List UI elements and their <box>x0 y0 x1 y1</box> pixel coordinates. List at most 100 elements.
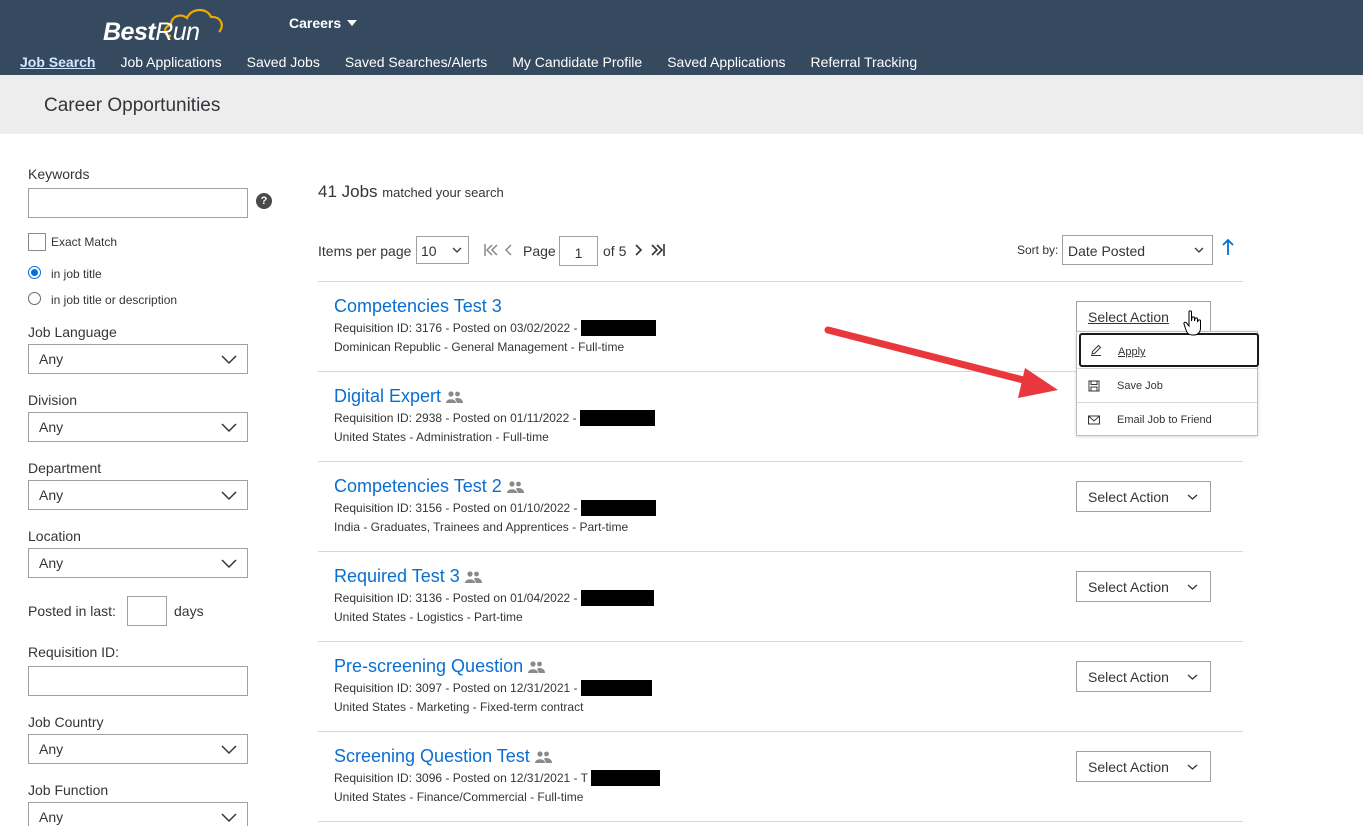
chevron-down-icon <box>1187 764 1198 770</box>
job-title-link[interactable]: Screening Question Test <box>334 746 1034 767</box>
chevron-down-icon <box>221 813 237 823</box>
people-icon <box>506 481 524 494</box>
divider <box>318 641 1243 642</box>
items-per-page-label: Items per page <box>318 243 412 259</box>
divider <box>318 461 1243 462</box>
page-number-input[interactable]: 1 <box>559 236 598 266</box>
nav-saved-applications[interactable]: Saved Applications <box>667 54 785 70</box>
job-meta: Requisition ID: 3176 - Posted on 03/02/2… <box>334 320 1034 337</box>
job-title-link[interactable]: Pre-screening Question <box>334 656 1034 677</box>
redaction-bar <box>580 500 656 516</box>
job-function-select[interactable]: Any <box>28 802 248 826</box>
chevron-down-icon <box>221 355 237 365</box>
divider <box>318 281 1243 282</box>
job-row: Screening Question Test Requisition ID: … <box>334 746 1034 804</box>
sort-ascending-icon[interactable] <box>1220 238 1236 256</box>
requisition-id-input[interactable] <box>28 666 248 696</box>
chevron-down-icon <box>221 491 237 501</box>
top-header: BestRun Careers Job Search Job Applicati… <box>0 0 1363 75</box>
pencil-icon <box>1091 344 1102 356</box>
job-title-link[interactable]: Competencies Test 2 <box>334 476 1034 497</box>
radio-in-title-or-description-label: in job title or description <box>51 293 178 307</box>
job-details: United States - Logistics - Part-time <box>334 610 523 624</box>
people-icon <box>446 391 464 404</box>
division-label: Division <box>28 392 78 408</box>
redaction-bar <box>579 410 655 426</box>
nav-referral-tracking[interactable]: Referral Tracking <box>811 54 918 70</box>
posted-days-input[interactable] <box>127 596 167 626</box>
page-of-label: of 5 <box>603 243 627 259</box>
last-page-icon[interactable] <box>650 243 666 257</box>
keywords-label: Keywords <box>28 166 90 182</box>
menu-item-email-job[interactable]: Email Job to Friend <box>1077 403 1258 437</box>
department-select[interactable]: Any <box>28 480 248 510</box>
save-icon <box>1088 380 1100 392</box>
nav-candidate-profile[interactable]: My Candidate Profile <box>512 54 642 70</box>
exact-match-checkbox[interactable] <box>28 233 46 251</box>
requisition-id-label: Requisition ID: <box>28 644 120 660</box>
sort-by-label: Sort by: <box>1017 243 1059 257</box>
previous-page-icon[interactable] <box>501 243 517 257</box>
job-row: Competencies Test 2 Requisition ID: 3156… <box>334 476 1034 534</box>
bestrun-logo[interactable]: BestRun <box>103 6 233 46</box>
people-icon <box>528 661 546 674</box>
nav-job-search[interactable]: Job Search <box>20 54 95 70</box>
page-label: Page <box>523 243 556 259</box>
title-band: Career Opportunities <box>0 75 1363 134</box>
job-title-link[interactable]: Competencies Test 3 <box>334 296 1034 317</box>
radio-in-title-or-description[interactable] <box>28 292 41 305</box>
keywords-input[interactable] <box>28 188 248 218</box>
job-title-link[interactable]: Digital Expert <box>334 386 1034 407</box>
division-select[interactable]: Any <box>28 412 248 442</box>
action-menu: Apply Save Job Email Job to Friend <box>1076 331 1259 437</box>
main-nav: Job Search Job Applications Saved Jobs S… <box>20 54 942 70</box>
menu-item-apply[interactable]: Apply <box>1079 333 1259 367</box>
job-details: United States - Marketing - Fixed-term c… <box>334 700 584 714</box>
job-meta: Requisition ID: 3097 - Posted on 12/31/2… <box>334 680 1034 697</box>
radio-in-job-title[interactable] <box>28 266 41 279</box>
job-language-select[interactable]: Any <box>28 344 248 374</box>
chevron-down-icon <box>1187 494 1198 500</box>
nav-saved-jobs[interactable]: Saved Jobs <box>247 54 320 70</box>
logo-text: BestRun <box>103 18 200 46</box>
divider <box>318 551 1243 552</box>
nav-saved-searches[interactable]: Saved Searches/Alerts <box>345 54 487 70</box>
days-label: days <box>174 603 204 619</box>
items-per-page-select[interactable]: 10 <box>416 236 469 264</box>
job-title-link[interactable]: Required Test 3 <box>334 566 1034 587</box>
caret-down-icon <box>347 20 358 27</box>
select-action-dropdown[interactable]: Select Action <box>1076 481 1211 512</box>
job-details: United States - Administration - Full-ti… <box>334 430 549 444</box>
next-page-icon[interactable] <box>630 243 646 257</box>
job-details: United States - Finance/Commercial - Ful… <box>334 790 584 804</box>
nav-job-applications[interactable]: Job Applications <box>120 54 221 70</box>
redaction-bar <box>591 770 661 786</box>
first-page-icon[interactable] <box>483 243 499 257</box>
redaction-bar <box>580 680 652 696</box>
help-icon[interactable]: ? <box>256 193 272 209</box>
radio-in-job-title-label: in job title <box>51 267 102 281</box>
select-action-dropdown[interactable]: Select Action <box>1076 751 1211 782</box>
job-meta: Requisition ID: 3156 - Posted on 01/10/2… <box>334 500 1034 517</box>
select-action-dropdown[interactable]: Select Action <box>1076 571 1211 602</box>
select-action-dropdown[interactable]: Select Action <box>1076 661 1211 692</box>
job-country-label: Job Country <box>28 714 104 730</box>
chevron-down-icon <box>221 745 237 755</box>
chevron-down-icon <box>221 559 237 569</box>
results-count: 41 Jobs matched your search <box>318 182 504 201</box>
location-select[interactable]: Any <box>28 548 248 578</box>
job-row: Competencies Test 3 Requisition ID: 3176… <box>334 296 1034 354</box>
menu-item-save-job[interactable]: Save Job <box>1077 369 1258 403</box>
job-row: Digital Expert Requisition ID: 2938 - Po… <box>334 386 1034 444</box>
sort-by-select[interactable]: Date Posted <box>1062 235 1213 265</box>
chevron-down-icon <box>1187 674 1198 680</box>
job-country-select[interactable]: Any <box>28 734 248 764</box>
careers-menu[interactable]: Careers <box>289 15 358 31</box>
chevron-down-icon <box>1194 247 1204 253</box>
people-icon <box>534 751 552 764</box>
divider <box>318 821 1243 822</box>
envelope-icon <box>1088 415 1100 425</box>
job-details: Dominican Republic - General Management … <box>334 340 625 354</box>
page-title: Career Opportunities <box>44 95 221 116</box>
redaction-bar <box>580 590 654 606</box>
